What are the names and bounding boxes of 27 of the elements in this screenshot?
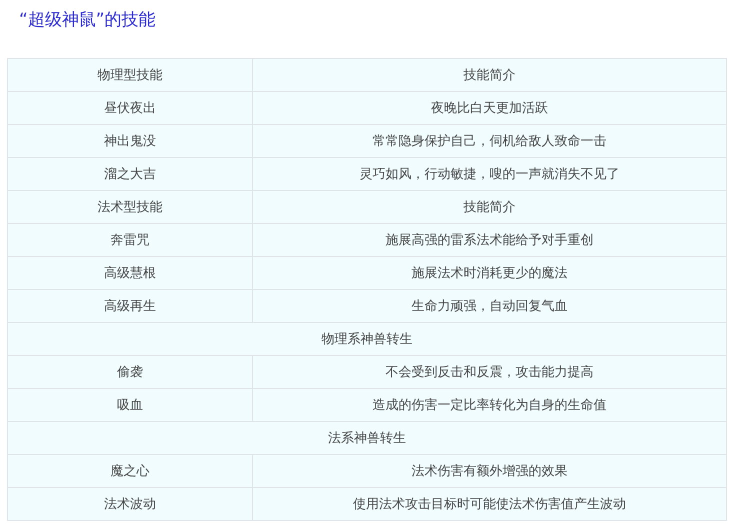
table-cell: 高级再生 <box>8 290 252 322</box>
table-cell: 施展高强的雷系法术能给予对手重创 <box>252 224 726 256</box>
table-cell: 神出鬼没 <box>8 124 252 158</box>
table-cell: 造成的伤害一定比率转化为自身的生命值 <box>252 388 726 422</box>
table-cell: 物理型技能 <box>8 58 252 92</box>
table-cell: 魔之心 <box>8 454 252 488</box>
table-cell: 使用法术攻击目标时可能使法术伤害值产生波动 <box>252 488 726 520</box>
table-cell: 生命力顽强，自动回复气血 <box>252 290 726 322</box>
table-cell: 奔雷咒 <box>8 224 252 256</box>
table-cell: 常常隐身保护自己，伺机给敌人致命一击 <box>252 124 726 158</box>
table-cell: 不会受到反击和反震，攻击能力提高 <box>252 356 726 388</box>
table-cell: 灵巧如风，行动敏捷，嗖的一声就消失不见了 <box>252 158 726 190</box>
table-cell: 法术型技能 <box>8 190 252 224</box>
table-cell: 昼伏夜出 <box>8 92 252 124</box>
table-cell: 法术波动 <box>8 488 252 520</box>
table-cell: 技能简介 <box>252 58 726 92</box>
table-cell: 技能简介 <box>252 190 726 224</box>
table-cell: 夜晚比白天更加活跃 <box>252 92 726 124</box>
table-cell: 溜之大吉 <box>8 158 252 190</box>
page-title: “超级神鼠”的技能 <box>19 9 157 32</box>
section-header-cell: 法系神兽转生 <box>8 422 726 454</box>
table-cell: 偷袭 <box>8 356 252 388</box>
table-cell: 施展法术时消耗更少的魔法 <box>252 256 726 290</box>
table-cell: 法术伤害有额外增强的效果 <box>252 454 726 488</box>
table-cell: 高级慧根 <box>8 256 252 290</box>
table-cell: 吸血 <box>8 388 252 422</box>
section-header-cell: 物理系神兽转生 <box>8 322 726 356</box>
